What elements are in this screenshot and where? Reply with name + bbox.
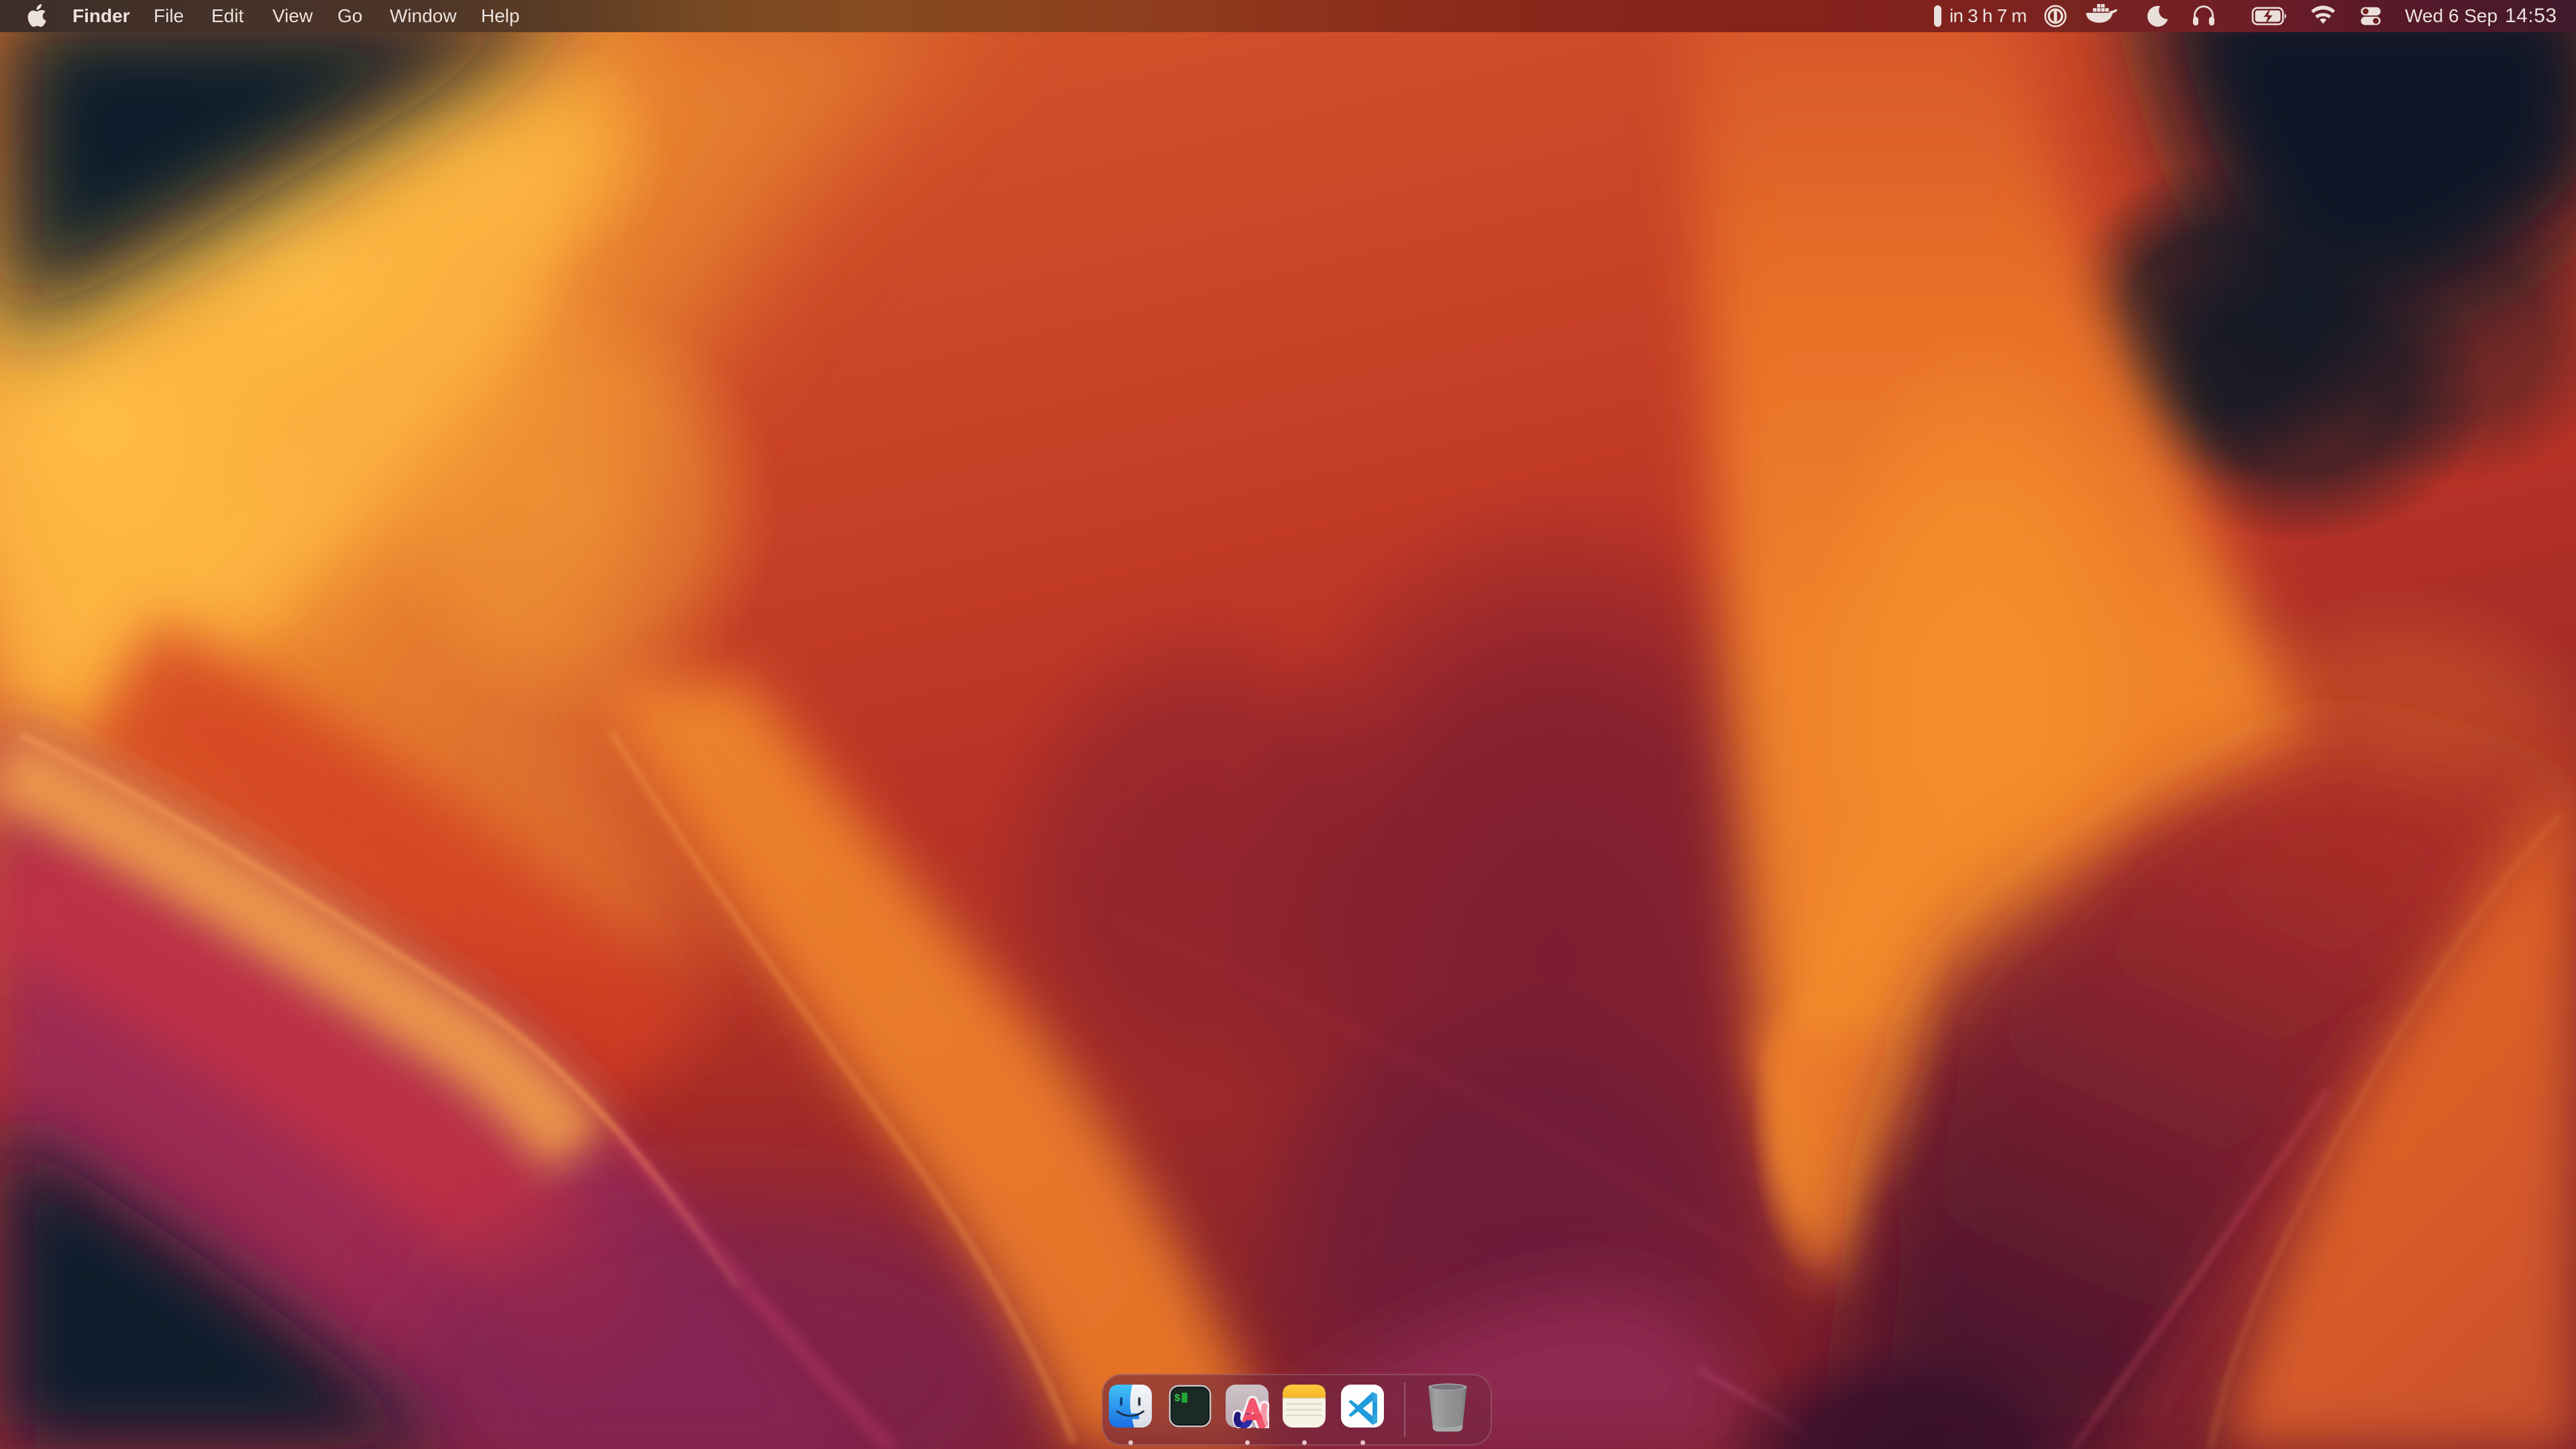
svg-text:$: $	[1175, 1393, 1181, 1405]
